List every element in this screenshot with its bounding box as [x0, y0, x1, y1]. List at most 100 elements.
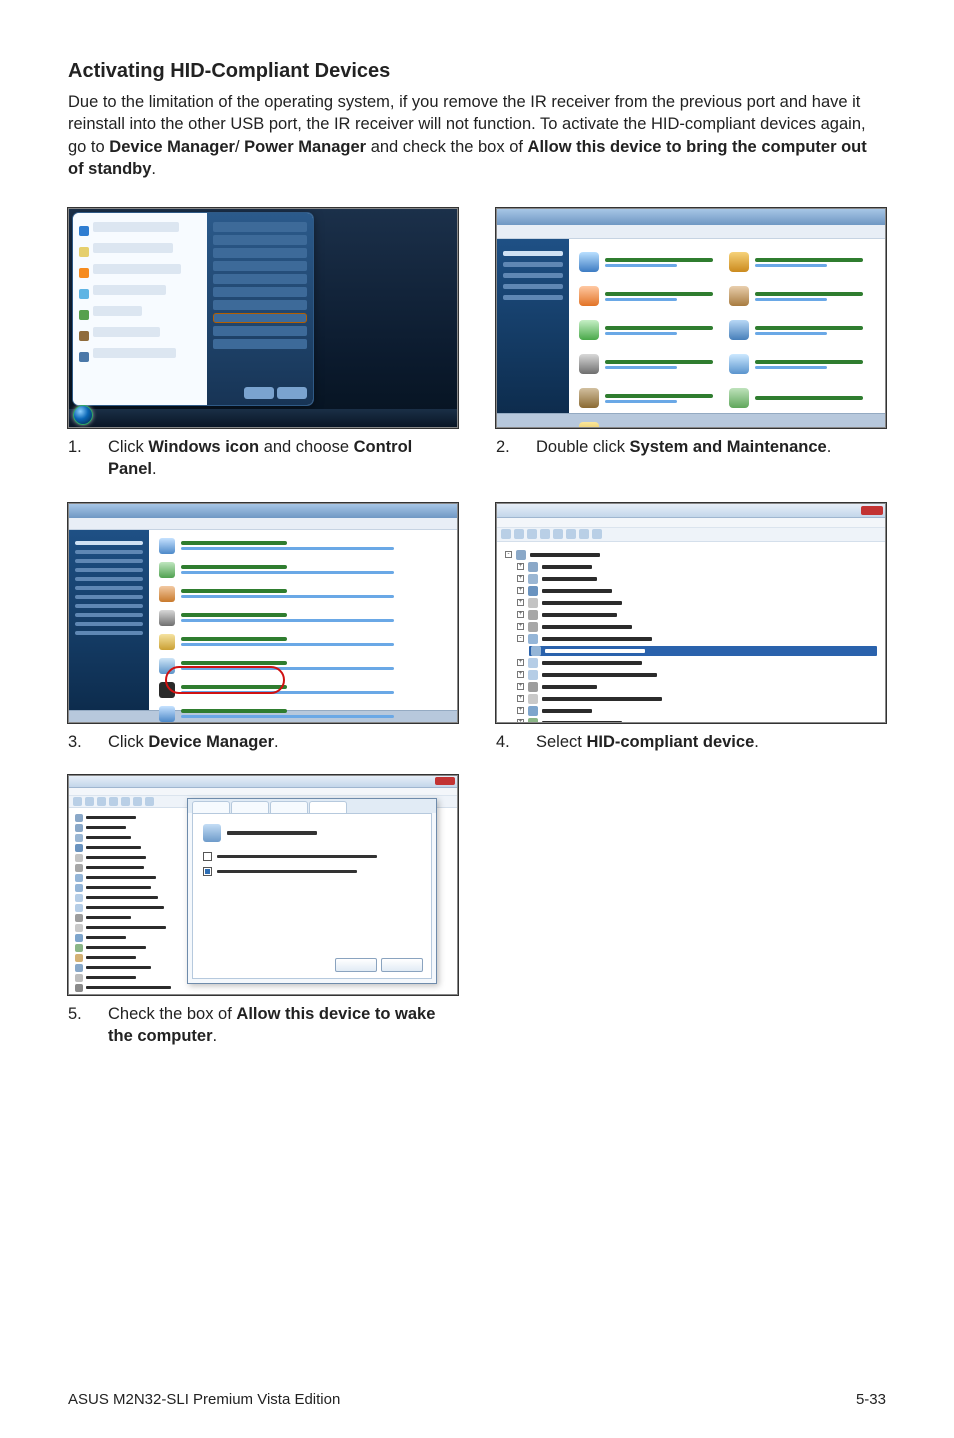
caption-bold: Device Manager	[148, 733, 274, 751]
caption-bold: HID-compliant device	[586, 733, 754, 751]
node-computer[interactable]: +	[517, 562, 877, 572]
node-mice[interactable]: +	[517, 694, 877, 704]
start-item-control-panel[interactable]	[213, 313, 307, 323]
item-indexing[interactable]	[159, 658, 447, 674]
caption-text: .	[152, 460, 157, 478]
start-power-buttons[interactable]	[244, 387, 307, 399]
step-number: 1.	[68, 436, 88, 481]
toolbar	[497, 528, 885, 542]
step-4-block: - + + + + + + - + + + + + + + + + + + +	[496, 503, 886, 753]
checkbox-icon[interactable]	[203, 867, 212, 876]
toolbar-icon[interactable]	[514, 529, 524, 539]
start-menu-left	[73, 213, 207, 405]
node-display[interactable]: +	[517, 586, 877, 596]
item-list	[149, 530, 457, 710]
node-1394[interactable]: +	[517, 670, 877, 680]
cat-mobile-pc[interactable]	[579, 417, 725, 428]
item-backup[interactable]	[159, 562, 447, 578]
node-network[interactable]: +	[517, 718, 877, 722]
caption-text: Click	[108, 733, 148, 751]
node-disk[interactable]: +	[517, 574, 877, 584]
tab-general[interactable]	[192, 801, 230, 813]
item-update[interactable]	[159, 610, 447, 626]
start-item	[79, 303, 201, 324]
screenshot-system-maintenance	[68, 503, 458, 723]
start-item	[79, 324, 201, 345]
caption-bold: Windows icon	[148, 438, 259, 456]
step-1-caption: 1. Click Windows icon and choose Control…	[68, 436, 458, 481]
intro-text-3: .	[151, 160, 156, 178]
menu-bar	[69, 788, 457, 796]
task-pane	[69, 530, 149, 710]
checkbox-turn-off-device[interactable]	[203, 852, 421, 861]
window-chrome	[69, 776, 457, 788]
start-item	[79, 261, 201, 282]
caption-text: Check the box of	[108, 1005, 236, 1023]
device-header	[203, 824, 421, 842]
window-chrome	[497, 504, 885, 518]
tree-behind-dialog	[69, 808, 189, 994]
close-icon[interactable]	[861, 506, 883, 515]
device-tree: - + + + + + + - + + + + + + + + + + + +	[497, 542, 885, 722]
cat-system-maintenance[interactable]	[579, 247, 725, 277]
toolbar-icon[interactable]	[540, 529, 550, 539]
item-power[interactable]	[159, 634, 447, 650]
properties-dialog	[187, 798, 437, 984]
toolbar-icon[interactable]	[553, 529, 563, 539]
toolbar-icon[interactable]	[566, 529, 576, 539]
close-icon[interactable]	[435, 777, 455, 785]
intro-bold-power-manager: Power Manager	[244, 138, 366, 156]
cat-security[interactable]	[579, 281, 725, 311]
checkbox-label	[217, 855, 377, 858]
intro-bold-device-manager: Device Manager	[109, 138, 235, 156]
item-system[interactable]	[159, 586, 447, 602]
node-root[interactable]: -	[505, 550, 877, 560]
step-4-caption: 4. Select HID-compliant device.	[496, 731, 886, 753]
node-keyboards[interactable]: +	[517, 682, 877, 692]
start-item	[79, 219, 201, 240]
checkbox-icon[interactable]	[203, 852, 212, 861]
cat-ease-access[interactable]	[729, 349, 875, 379]
cat-clock-region[interactable]	[729, 315, 875, 345]
step-number: 5.	[68, 1003, 88, 1048]
tab-driver[interactable]	[231, 801, 269, 813]
checkbox-wake-computer[interactable]	[203, 867, 421, 876]
node-ide[interactable]: +	[517, 658, 877, 668]
item-device-manager[interactable]	[159, 706, 447, 722]
address-bar	[69, 518, 457, 530]
step-5-caption: 5. Check the box of Allow this device to…	[68, 1003, 458, 1048]
toolbar-icon[interactable]	[592, 529, 602, 539]
item-performance[interactable]	[159, 682, 447, 698]
toolbar-icon[interactable]	[579, 529, 589, 539]
cat-additional[interactable]	[729, 383, 875, 413]
start-orb-icon[interactable]	[73, 405, 93, 425]
step-1-block: 1. Click Windows icon and choose Control…	[68, 208, 458, 481]
screenshot-device-manager-tree: - + + + + + + - + + + + + + + + + + + +	[496, 503, 886, 723]
item-welcome[interactable]	[159, 538, 447, 554]
node-floppy-ctrl[interactable]: +	[517, 622, 877, 632]
cancel-button[interactable]	[381, 958, 423, 972]
toolbar-icon[interactable]	[501, 529, 511, 539]
cat-programs[interactable]	[579, 383, 725, 413]
tab-details[interactable]	[270, 801, 308, 813]
node-floppy[interactable]: +	[517, 610, 877, 620]
footer-right: 5-33	[856, 1391, 886, 1408]
node-dvd[interactable]: +	[517, 598, 877, 608]
tab-power-management[interactable]	[309, 801, 347, 813]
node-hid[interactable]: -	[517, 634, 877, 644]
node-monitors[interactable]: +	[517, 706, 877, 716]
cat-hardware[interactable]	[579, 349, 725, 379]
cat-network[interactable]	[579, 315, 725, 345]
empty-cell	[496, 775, 886, 1048]
caption-text: and choose	[259, 438, 354, 456]
taskbar	[69, 409, 457, 427]
screenshot-start-menu	[68, 208, 458, 428]
dialog-pane	[192, 813, 432, 979]
cat-user-accounts[interactable]	[729, 247, 875, 277]
ok-button[interactable]	[335, 958, 377, 972]
node-hid-compliant-device[interactable]	[529, 646, 877, 656]
caption-text: .	[754, 733, 759, 751]
screenshot-hid-properties	[68, 775, 458, 995]
cat-appearance[interactable]	[729, 281, 875, 311]
toolbar-icon[interactable]	[527, 529, 537, 539]
